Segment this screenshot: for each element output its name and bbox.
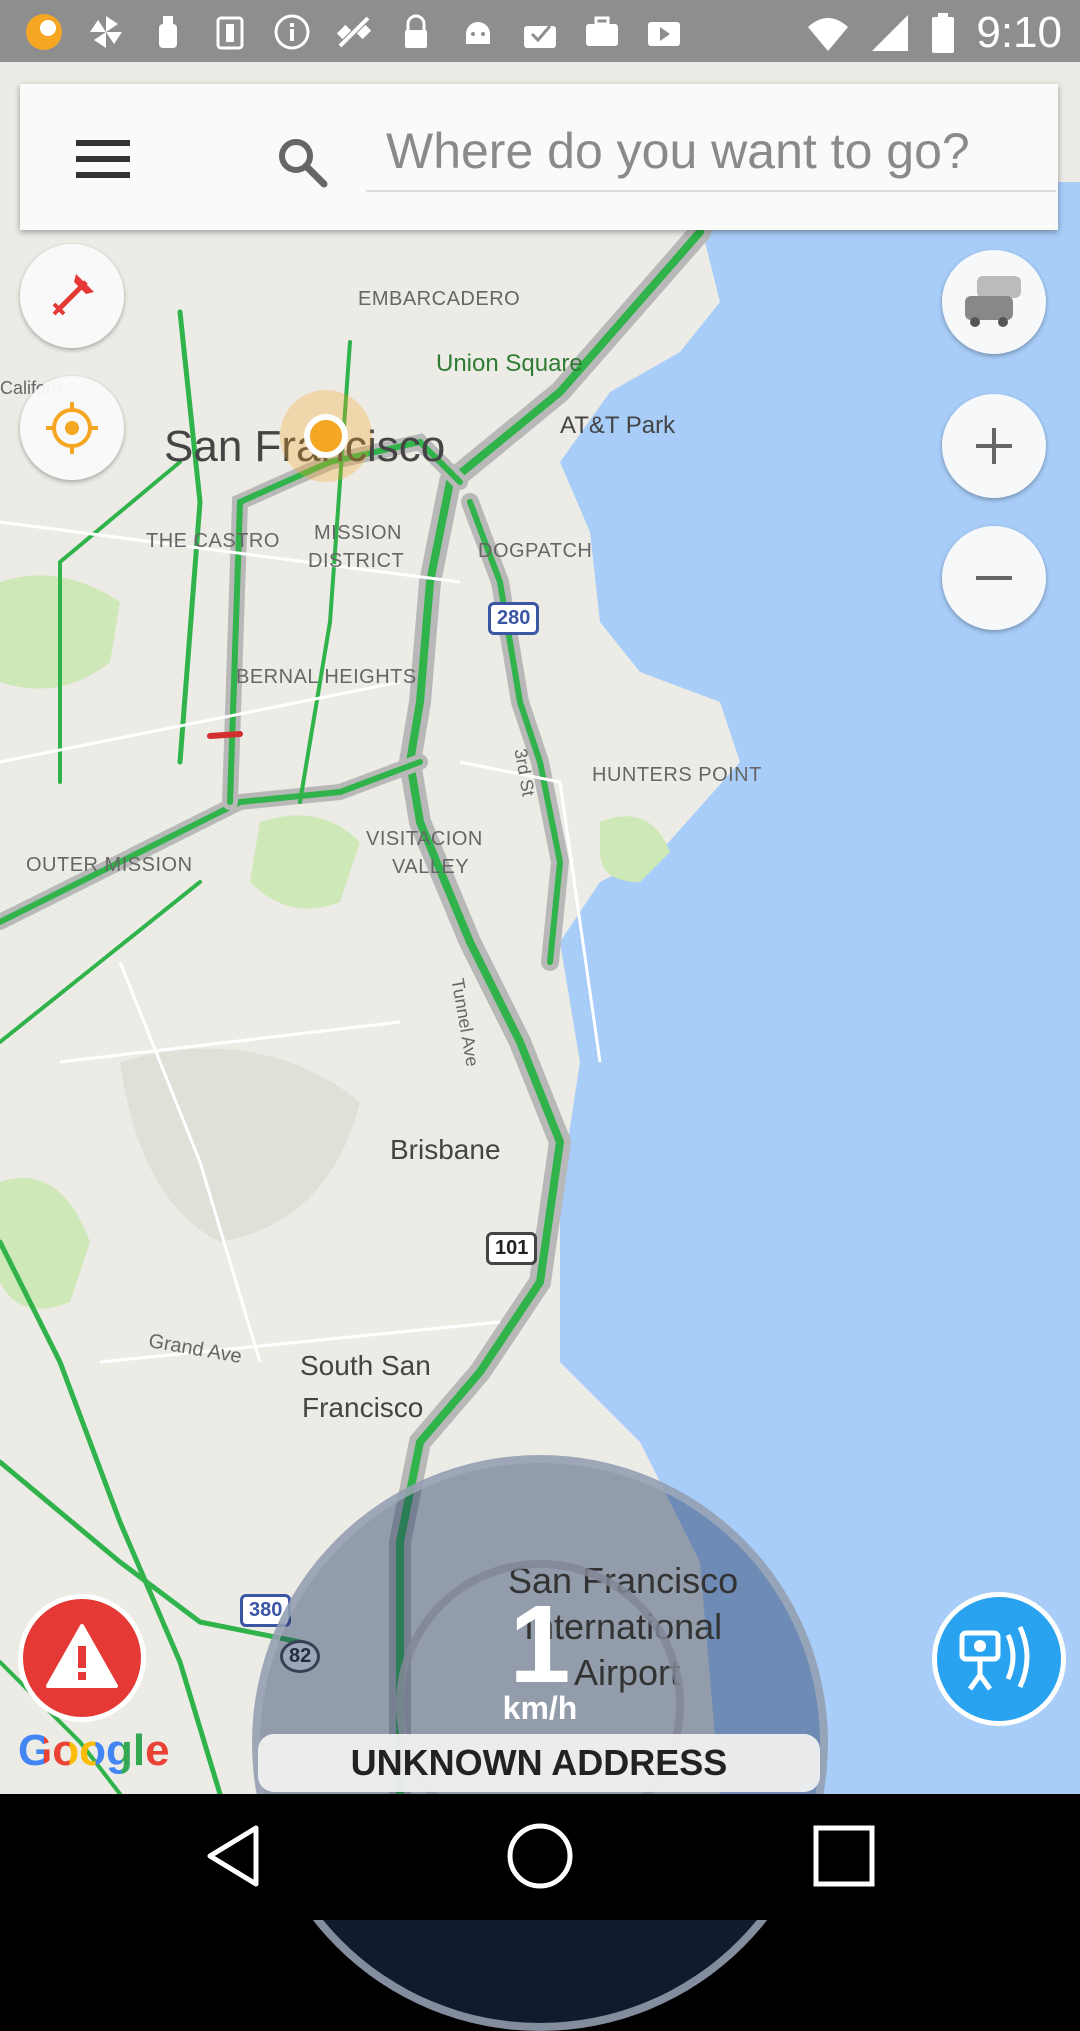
google-logo: Google — [18, 1726, 170, 1776]
park-area — [250, 815, 360, 909]
satellite-icon — [332, 10, 376, 54]
pin-cancel-icon — [52, 274, 94, 316]
status-right: 9:10 — [806, 8, 1062, 58]
menu-line — [76, 140, 130, 146]
google-logo-text: Google — [18, 1726, 170, 1775]
lock-icon — [394, 10, 438, 54]
label-district: DISTRICT — [308, 550, 405, 572]
recents-icon[interactable] — [804, 1816, 884, 1896]
android-icon — [456, 10, 500, 54]
plus-icon — [976, 428, 1012, 464]
speed-unit: km/h — [502, 1690, 578, 1726]
search-input[interactable] — [366, 112, 1056, 192]
shield-i280: 280 — [488, 602, 540, 635]
report-hazard-button[interactable] — [18, 1594, 146, 1722]
label-visitacion: VISITACION — [366, 828, 483, 850]
info-icon — [270, 10, 314, 54]
home-icon[interactable] — [500, 1816, 580, 1896]
label-att-park: AT&T Park — [560, 412, 676, 439]
status-bar: 9:10 — [0, 0, 1080, 62]
remove-marker-button[interactable] — [20, 244, 124, 348]
bottle-icon — [146, 10, 190, 54]
play-store-icon — [642, 10, 686, 54]
menu-button[interactable] — [64, 124, 134, 194]
label-brisbane: Brisbane — [390, 1134, 501, 1165]
label-mission: MISSION — [314, 522, 402, 544]
speed-value: 1 — [509, 1583, 571, 1706]
my-location-button[interactable] — [20, 376, 124, 480]
menu-line — [76, 156, 130, 162]
label-embarcadero: EMBARCADERO — [358, 288, 521, 310]
speed-camera-alert-button[interactable] — [932, 1592, 1066, 1726]
app-badge-icon — [22, 10, 66, 54]
label-valley: VALLEY — [392, 856, 470, 878]
wifi-icon — [808, 18, 849, 51]
briefcase-icon — [580, 10, 624, 54]
traffic-cars-icon — [965, 276, 1021, 327]
clipboard-check-icon — [518, 10, 562, 54]
signal-icon — [872, 15, 909, 51]
notification-icons — [22, 10, 686, 54]
current-location-marker — [304, 414, 348, 458]
label-francisco: Francisco — [302, 1392, 424, 1423]
speed-camera-sound-icon — [959, 1625, 1030, 1691]
minus-icon — [976, 576, 1012, 580]
back-icon[interactable] — [196, 1816, 276, 1896]
zoom-in-button[interactable] — [942, 394, 1046, 498]
label-dogpatch: DOGPATCH — [478, 540, 593, 562]
battery-icon — [932, 13, 955, 53]
zoom-out-button[interactable] — [942, 526, 1046, 630]
menu-line — [76, 172, 130, 178]
label-south-san: South San — [300, 1350, 431, 1381]
clock-time: 9:10 — [976, 8, 1062, 57]
search-bar — [20, 84, 1058, 230]
traffic-toggle-button[interactable] — [942, 250, 1046, 354]
warning-icon — [46, 1624, 118, 1688]
crosshair-icon — [46, 402, 98, 454]
park-area — [0, 1178, 90, 1309]
system-nav-bar — [0, 1794, 1080, 1920]
pinwheel-icon — [84, 10, 128, 54]
label-hunters-point: HUNTERS POINT — [592, 764, 762, 786]
label-the-castro: THE CASTRO — [146, 530, 280, 552]
label-outer-mission: OUTER MISSION — [26, 854, 193, 876]
hills-area — [120, 1048, 360, 1242]
label-union-square: Union Square — [436, 350, 583, 377]
search-icon — [279, 139, 328, 188]
shield-us101: 101 — [486, 1232, 538, 1265]
current-address: UNKNOWN ADDRESS — [258, 1734, 820, 1792]
label-bernal-heights: BERNAL HEIGHTS — [236, 666, 417, 688]
bottle-alt-icon — [208, 10, 252, 54]
